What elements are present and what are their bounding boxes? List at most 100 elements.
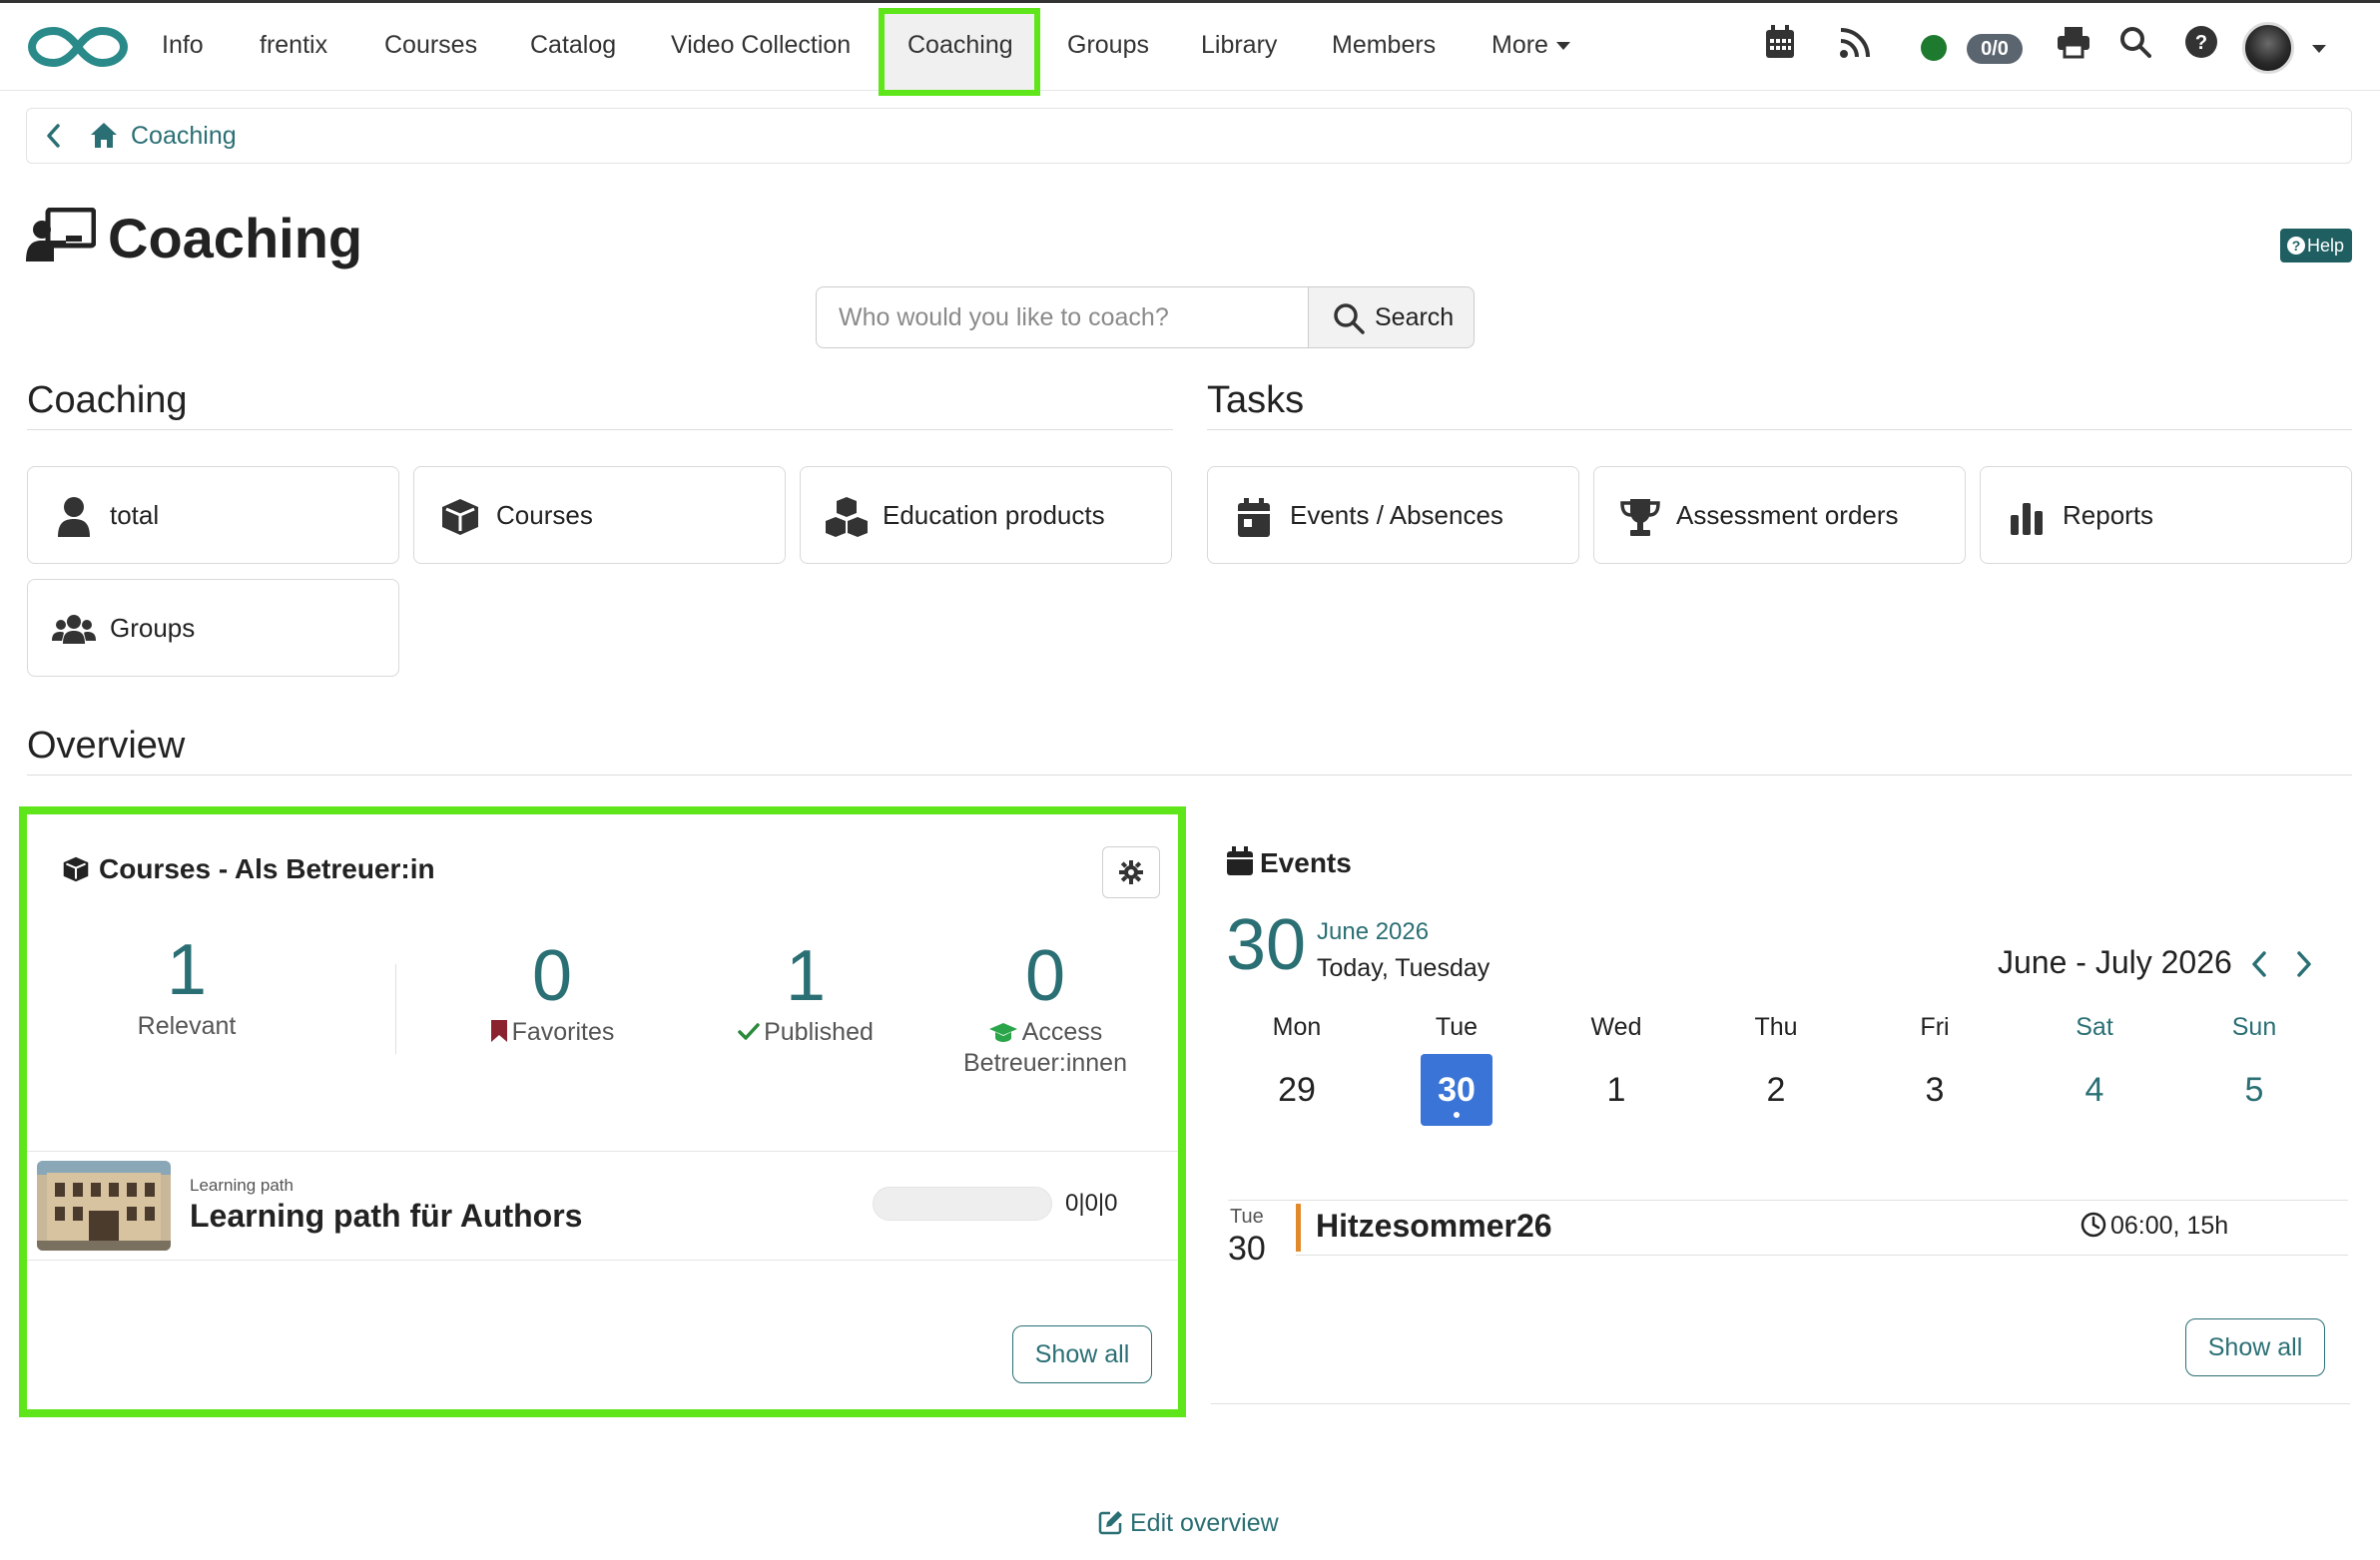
help-button[interactable]: ? Help bbox=[2280, 229, 2352, 262]
courses-panel-title: Courses - Als Betreuer:in bbox=[61, 852, 435, 885]
edit-overview-link[interactable]: Edit overview bbox=[1098, 1509, 1279, 1538]
tile-assessment-orders[interactable]: Assessment orders bbox=[1593, 466, 1966, 564]
event-time: 06:00, 15h bbox=[2081, 1212, 2228, 1241]
tile-label: Education products bbox=[883, 500, 1105, 530]
avatar[interactable] bbox=[2242, 22, 2294, 74]
weekday-mon: Mon bbox=[1272, 1013, 1322, 1041]
courses-panel-title-text: Courses - Als Betreuer:in bbox=[99, 853, 435, 884]
event-day: 30 bbox=[1228, 1230, 1266, 1268]
week-range-label: June - July 2026 bbox=[1998, 944, 2232, 980]
chalkboard-teacher-icon bbox=[26, 208, 96, 261]
graduation-cap-icon bbox=[988, 1023, 1017, 1042]
calendar-day[interactable]: 2 bbox=[1740, 1054, 1812, 1126]
overview-heading: Overview bbox=[27, 725, 186, 767]
weekday-sat: Sat bbox=[2076, 1013, 2113, 1041]
weekday-sun: Sun bbox=[2231, 1013, 2277, 1041]
stat-value: 0 bbox=[531, 936, 573, 1016]
tile-events-absences[interactable]: Events / Absences bbox=[1207, 466, 1579, 564]
online-status-icon[interactable] bbox=[1921, 35, 1947, 61]
divider bbox=[27, 429, 1173, 430]
rss-icon[interactable] bbox=[1839, 25, 1871, 59]
divider bbox=[1296, 1255, 2348, 1256]
events-show-all-button[interactable]: Show all bbox=[2185, 1318, 2325, 1376]
nav-info[interactable]: Info bbox=[162, 31, 204, 60]
event-title-link[interactable]: Hitzesommer26 bbox=[1316, 1208, 1552, 1245]
gear-icon bbox=[1119, 860, 1143, 884]
calendar-day[interactable]: 5 bbox=[2218, 1054, 2290, 1126]
search-button[interactable]: Search bbox=[1308, 286, 1475, 348]
calendar-day[interactable]: 4 bbox=[2059, 1054, 2130, 1126]
nav-coaching[interactable]: Coaching bbox=[907, 31, 1013, 60]
stat-value: 1 bbox=[166, 930, 208, 1010]
stat-access[interactable]: 0 Access Betreuer:innen bbox=[945, 936, 1145, 1078]
edit-icon bbox=[1098, 1511, 1122, 1535]
stat-label-secondary: Betreuer:innen bbox=[962, 1049, 1127, 1077]
stat-label: Access bbox=[1021, 1018, 1103, 1046]
nav-video-collection[interactable]: Video Collection bbox=[671, 31, 851, 60]
tile-label: Groups bbox=[110, 613, 196, 643]
chevron-left-icon[interactable] bbox=[2249, 949, 2269, 979]
courses-show-all-button[interactable]: Show all bbox=[1012, 1325, 1152, 1383]
events-panel-title-text: Events bbox=[1260, 847, 1352, 878]
home-icon[interactable] bbox=[89, 121, 119, 149]
calendar-day-today[interactable]: 30 bbox=[1421, 1054, 1492, 1126]
calendar-icon bbox=[1227, 846, 1253, 875]
calendar-day[interactable]: 1 bbox=[1580, 1054, 1652, 1126]
nav-groups[interactable]: Groups bbox=[1067, 31, 1149, 60]
divider bbox=[27, 1260, 1178, 1261]
current-month-year: June 2026 bbox=[1317, 918, 1430, 945]
panel-settings-button[interactable] bbox=[1102, 846, 1160, 898]
stat-label: Relevant bbox=[137, 1012, 237, 1040]
breadcrumb-coaching-link[interactable]: Coaching bbox=[131, 122, 237, 151]
stat-label-row: Access bbox=[945, 1018, 1145, 1047]
course-title-link[interactable]: Learning path für Authors bbox=[190, 1198, 582, 1235]
stat-label-row: Published bbox=[696, 1018, 915, 1047]
tile-courses[interactable]: Courses bbox=[413, 466, 786, 564]
event-dot-icon bbox=[1454, 1112, 1460, 1118]
stat-relevant[interactable]: 1 Relevant bbox=[87, 930, 287, 1041]
nav-courses[interactable]: Courses bbox=[384, 31, 477, 60]
weekday-fri: Fri bbox=[1920, 1013, 1950, 1041]
infinity-logo-icon[interactable] bbox=[28, 21, 128, 73]
divider bbox=[1228, 1200, 2348, 1201]
event-time-text: 06:00, 15h bbox=[2110, 1212, 2229, 1240]
help-icon: ? bbox=[2287, 237, 2305, 255]
chevron-down-icon[interactable] bbox=[2312, 45, 2326, 53]
nav-library[interactable]: Library bbox=[1201, 31, 1277, 60]
print-icon[interactable] bbox=[2057, 25, 2090, 59]
courses-panel: Courses - Als Betreuer:in 1 Relevant 0 F… bbox=[19, 806, 1186, 1417]
calendar-day[interactable]: 29 bbox=[1261, 1054, 1333, 1126]
course-type-label: Learning path bbox=[190, 1176, 294, 1195]
chevron-left-icon[interactable] bbox=[45, 122, 63, 150]
stat-value: 1 bbox=[785, 936, 827, 1016]
search-icon[interactable] bbox=[2118, 25, 2152, 59]
nav-frentix[interactable]: frentix bbox=[260, 31, 327, 60]
chat-counter-badge[interactable]: 0/0 bbox=[1967, 34, 2023, 64]
tile-reports[interactable]: Reports bbox=[1980, 466, 2352, 564]
events-panel-title: Events bbox=[1226, 846, 1352, 879]
search-icon bbox=[1334, 303, 1365, 334]
course-thumbnail[interactable] bbox=[37, 1161, 171, 1251]
stat-favorites[interactable]: 0 Favorites bbox=[452, 936, 652, 1047]
tile-groups[interactable]: Groups bbox=[27, 579, 399, 677]
stat-published[interactable]: 1 Published bbox=[696, 936, 915, 1047]
tile-label: Reports bbox=[2063, 500, 2154, 530]
nav-catalog[interactable]: Catalog bbox=[530, 31, 616, 60]
svg-text:?: ? bbox=[2195, 32, 2207, 54]
tile-label: Courses bbox=[496, 500, 593, 530]
coach-search-input[interactable] bbox=[816, 286, 1309, 348]
tile-total[interactable]: total bbox=[27, 466, 399, 564]
tile-education-products[interactable]: Education products bbox=[800, 466, 1172, 564]
nav-members[interactable]: Members bbox=[1332, 31, 1436, 60]
calendar-icon[interactable] bbox=[1765, 25, 1795, 59]
bookmark-icon bbox=[490, 1020, 507, 1042]
edit-overview-label: Edit overview bbox=[1130, 1509, 1279, 1537]
help-icon[interactable]: ? bbox=[2184, 25, 2218, 59]
page-title: Coaching bbox=[108, 207, 363, 269]
chevron-right-icon[interactable] bbox=[2294, 949, 2314, 979]
calendar-day-number: 30 bbox=[1438, 1071, 1476, 1109]
stat-value: 0 bbox=[1024, 936, 1066, 1016]
nav-more[interactable]: More bbox=[1491, 31, 1570, 60]
calendar-day[interactable]: 3 bbox=[1899, 1054, 1971, 1126]
calendar-icon bbox=[1238, 498, 1270, 537]
